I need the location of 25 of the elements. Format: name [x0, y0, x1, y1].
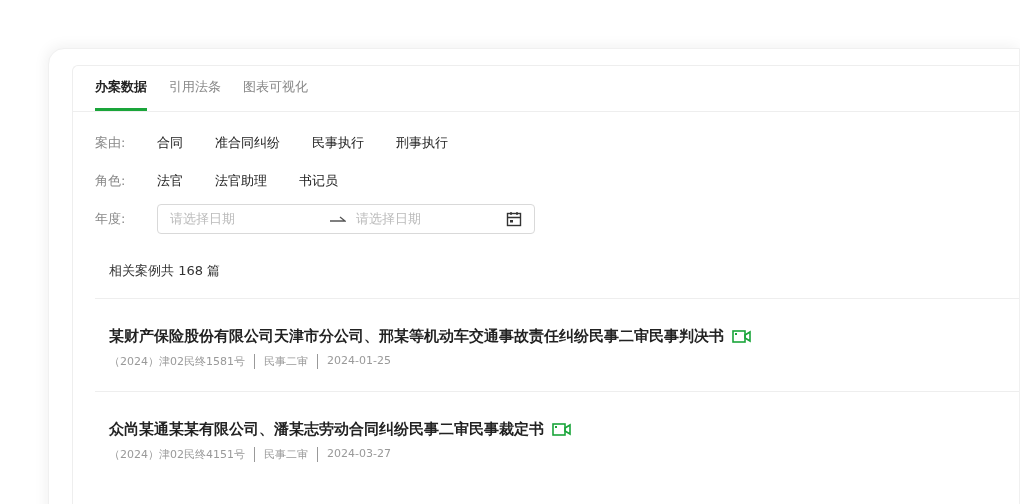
result-count: 相关案例共 168 篇 [108, 262, 222, 280]
calendar-icon [506, 211, 522, 227]
video-icon[interactable] [732, 330, 751, 343]
case-meta: 民事二审 [254, 447, 317, 462]
video-icon[interactable] [552, 423, 571, 436]
filter-label: 角色: [95, 172, 127, 190]
filter-label: 案由: [95, 134, 127, 152]
filter-option[interactable]: 准合同纠纷 [215, 134, 280, 152]
filter-option[interactable]: 书记员 [299, 172, 338, 190]
filter-option[interactable]: 法官助理 [215, 172, 267, 190]
case-title[interactable]: 众尚某通某某有限公司、潘某志劳动合同纠纷民事二审民事裁定书 [109, 420, 544, 439]
filter-option[interactable]: 合同 [157, 134, 183, 152]
case-title[interactable]: 某财产保险股份有限公司天津市分公司、邢某等机动车交通事故责任纠纷民事二审民事判决书 [109, 327, 724, 346]
filter-option[interactable]: 民事执行 [312, 134, 364, 152]
case-meta: 民事二审 [254, 354, 317, 369]
tab[interactable]: 图表可视化 [243, 66, 308, 111]
filter-option[interactable]: 刑事执行 [396, 134, 448, 152]
case-meta: 2024-03-27 [317, 447, 400, 462]
case-meta: （2024）津02民终1581号 [109, 354, 246, 369]
case-meta: （2024）津02民终4151号 [109, 447, 246, 462]
tab[interactable]: 办案数据 [95, 66, 147, 111]
filter-option[interactable]: 法官 [157, 172, 183, 190]
tab[interactable]: 引用法条 [169, 66, 221, 111]
case-meta: 2024-01-25 [317, 354, 400, 369]
filter-label: 年度: [95, 210, 127, 228]
